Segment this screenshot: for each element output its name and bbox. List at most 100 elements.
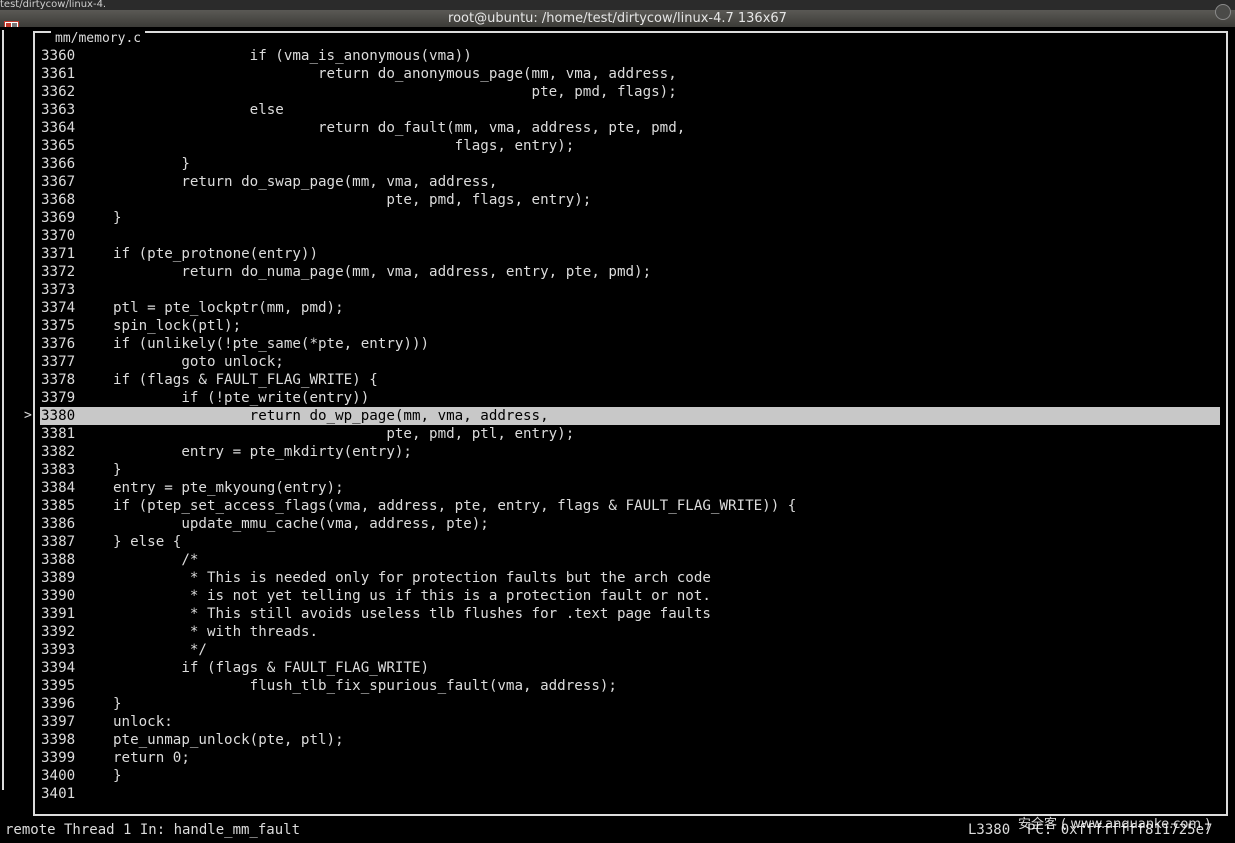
line-code: else bbox=[113, 102, 284, 118]
code-line[interactable]: 3397 unlock: bbox=[40, 713, 1220, 731]
line-number: 3393 bbox=[41, 642, 76, 658]
line-number: 3392 bbox=[41, 624, 76, 640]
code-line[interactable]: 3396} bbox=[40, 695, 1220, 713]
code-line[interactable]: 3383} bbox=[40, 461, 1220, 479]
close-icon[interactable] bbox=[1215, 4, 1231, 20]
line-number: 3383 bbox=[41, 462, 76, 478]
code-line[interactable]: 3372 return do_numa_page(mm, vma, addres… bbox=[40, 263, 1220, 281]
code-line[interactable]: 3360 if (vma_is_anonymous(vma)) bbox=[40, 47, 1220, 65]
line-number: 3375 bbox=[41, 318, 76, 334]
line-code: return do_swap_page(mm, vma, address, bbox=[113, 174, 498, 190]
line-code: return do_numa_page(mm, vma, address, en… bbox=[113, 264, 652, 280]
line-number: 3400 bbox=[41, 768, 76, 784]
code-line[interactable]: 3386 update_mmu_cache(vma, address, pte)… bbox=[40, 515, 1220, 533]
code-line[interactable]: 3381 pte, pmd, ptl, entry); bbox=[40, 425, 1220, 443]
code-line[interactable]: 3364 return do_fault(mm, vma, address, p… bbox=[40, 119, 1220, 137]
code-line[interactable]: 3375 spin_lock(ptl); bbox=[40, 317, 1220, 335]
code-line[interactable]: 3401 bbox=[40, 785, 1220, 803]
line-number: 3395 bbox=[41, 678, 76, 694]
code-line[interactable]: 3400} bbox=[40, 767, 1220, 785]
code-line[interactable]: 3378 if (flags & FAULT_FLAG_WRITE) { bbox=[40, 371, 1220, 389]
code-line[interactable]: 3399 return 0; bbox=[40, 749, 1220, 767]
code-line[interactable]: 3363 else bbox=[40, 101, 1220, 119]
code-line[interactable]: 3377 goto unlock; bbox=[40, 353, 1220, 371]
line-code: if (pte_protnone(entry)) bbox=[113, 246, 318, 262]
line-code: update_mmu_cache(vma, address, pte); bbox=[113, 516, 489, 532]
code-line[interactable]: 3374 ptl = pte_lockptr(mm, pmd); bbox=[40, 299, 1220, 317]
line-number: 3391 bbox=[41, 606, 76, 622]
line-number: 3363 bbox=[41, 102, 76, 118]
line-number: 3370 bbox=[41, 228, 76, 244]
line-code: unlock: bbox=[113, 714, 173, 730]
code-line[interactable]: 3392 * with threads. bbox=[40, 623, 1220, 641]
line-code: if (flags & FAULT_FLAG_WRITE) bbox=[113, 660, 430, 676]
code-line[interactable]: 3388 /* bbox=[40, 551, 1220, 569]
line-number: 3373 bbox=[41, 282, 76, 298]
line-code: * This still avoids useless tlb flushes … bbox=[113, 606, 711, 622]
line-number: 3364 bbox=[41, 120, 76, 136]
line-number: 3389 bbox=[41, 570, 76, 586]
line-number: 3394 bbox=[41, 660, 76, 676]
line-number: 3387 bbox=[41, 534, 76, 550]
code-line[interactable]: 3385 if (ptep_set_access_flags(vma, addre… bbox=[40, 497, 1220, 515]
code-line[interactable]: 3394 if (flags & FAULT_FLAG_WRITE) bbox=[40, 659, 1220, 677]
line-code: return 0; bbox=[113, 750, 190, 766]
code-line[interactable]: 3365 flags, entry); bbox=[40, 137, 1220, 155]
status-thread-info: remote Thread 1 In: handle_mm_fault bbox=[5, 822, 301, 838]
line-code: /* bbox=[113, 552, 199, 568]
line-number: 3366 bbox=[41, 156, 76, 172]
code-line[interactable]: 3384 entry = pte_mkyoung(entry); bbox=[40, 479, 1220, 497]
watermark-text: 安全客 ( www.anquanke.com ) bbox=[1018, 817, 1211, 832]
line-number: 3371 bbox=[41, 246, 76, 262]
code-line[interactable]: 3370 bbox=[40, 227, 1220, 245]
line-number: 3360 bbox=[41, 48, 76, 64]
window-titlebar[interactable]: root@ubuntu: /home/test/dirtycow/linux-4… bbox=[0, 4, 1235, 35]
line-number: 3382 bbox=[41, 444, 76, 460]
line-code: return do_fault(mm, vma, address, pte, p… bbox=[113, 120, 686, 136]
line-code: pte, pmd, flags, entry); bbox=[113, 192, 592, 208]
line-number: 3388 bbox=[41, 552, 76, 568]
code-line[interactable]: 3389 * This is needed only for protectio… bbox=[40, 569, 1220, 587]
code-line[interactable]: 3393 */ bbox=[40, 641, 1220, 659]
code-line[interactable]: 3391 * This still avoids useless tlb flu… bbox=[40, 605, 1220, 623]
line-code: if (unlikely(!pte_same(*pte, entry))) bbox=[113, 336, 430, 352]
line-code: * This is needed only for protection fau… bbox=[113, 570, 711, 586]
code-line[interactable]: 3387} else { bbox=[40, 533, 1220, 551]
code-line[interactable]: 3390 * is not yet telling us if this is … bbox=[40, 587, 1220, 605]
code-line[interactable]: 3379 if (!pte_write(entry)) bbox=[40, 389, 1220, 407]
code-line[interactable]: 3371 if (pte_protnone(entry)) bbox=[40, 245, 1220, 263]
current-line-marker: > bbox=[24, 408, 32, 423]
line-code: if (!pte_write(entry)) bbox=[113, 390, 370, 406]
code-line[interactable]: 3361 return do_anonymous_page(mm, vma, a… bbox=[40, 65, 1220, 83]
line-number: 3379 bbox=[41, 390, 76, 406]
line-number: 3401 bbox=[41, 786, 76, 802]
line-number: 3362 bbox=[41, 84, 76, 100]
source-code-view[interactable]: 3360 if (vma_is_anonymous(vma)) 3361 retu… bbox=[40, 47, 1220, 803]
code-line[interactable]: 3376 if (unlikely(!pte_same(*pte, entry))… bbox=[40, 335, 1220, 353]
background-window-title-partial: test/dirtycow/linux-4. bbox=[0, 0, 1235, 10]
code-line[interactable]: 3373 bbox=[40, 281, 1220, 299]
code-line[interactable]: 3368 pte, pmd, flags, entry); bbox=[40, 191, 1220, 209]
line-number: 3372 bbox=[41, 264, 76, 280]
code-line[interactable]: 3380 return do_wp_page(mm, vma, address, bbox=[40, 407, 1220, 425]
code-line[interactable]: 3395 flush_tlb_fix_spurious_fault(vma, a… bbox=[40, 677, 1220, 695]
line-number: 3368 bbox=[41, 192, 76, 208]
line-number: 3374 bbox=[41, 300, 76, 316]
line-code: flush_tlb_fix_spurious_fault(vma, addres… bbox=[113, 678, 617, 694]
line-number: 3380 bbox=[41, 408, 76, 424]
line-code: return do_wp_page(mm, vma, address, bbox=[113, 408, 549, 424]
line-code: } bbox=[113, 462, 122, 478]
line-code: goto unlock; bbox=[113, 354, 284, 370]
code-line[interactable]: 3362 pte, pmd, flags); bbox=[40, 83, 1220, 101]
line-number: 3369 bbox=[41, 210, 76, 226]
line-number: 3390 bbox=[41, 588, 76, 604]
line-code: ptl = pte_lockptr(mm, pmd); bbox=[113, 300, 344, 316]
code-line[interactable]: 3398 pte_unmap_unlock(pte, ptl); bbox=[40, 731, 1220, 749]
code-line[interactable]: 3369} bbox=[40, 209, 1220, 227]
code-line[interactable]: 3367 return do_swap_page(mm, vma, addres… bbox=[40, 173, 1220, 191]
code-line[interactable]: 3366 } bbox=[40, 155, 1220, 173]
line-number: 3376 bbox=[41, 336, 76, 352]
code-line[interactable]: 3382 entry = pte_mkdirty(entry); bbox=[40, 443, 1220, 461]
line-number: 3378 bbox=[41, 372, 76, 388]
line-code: if (ptep_set_access_flags(vma, address, … bbox=[113, 498, 797, 514]
